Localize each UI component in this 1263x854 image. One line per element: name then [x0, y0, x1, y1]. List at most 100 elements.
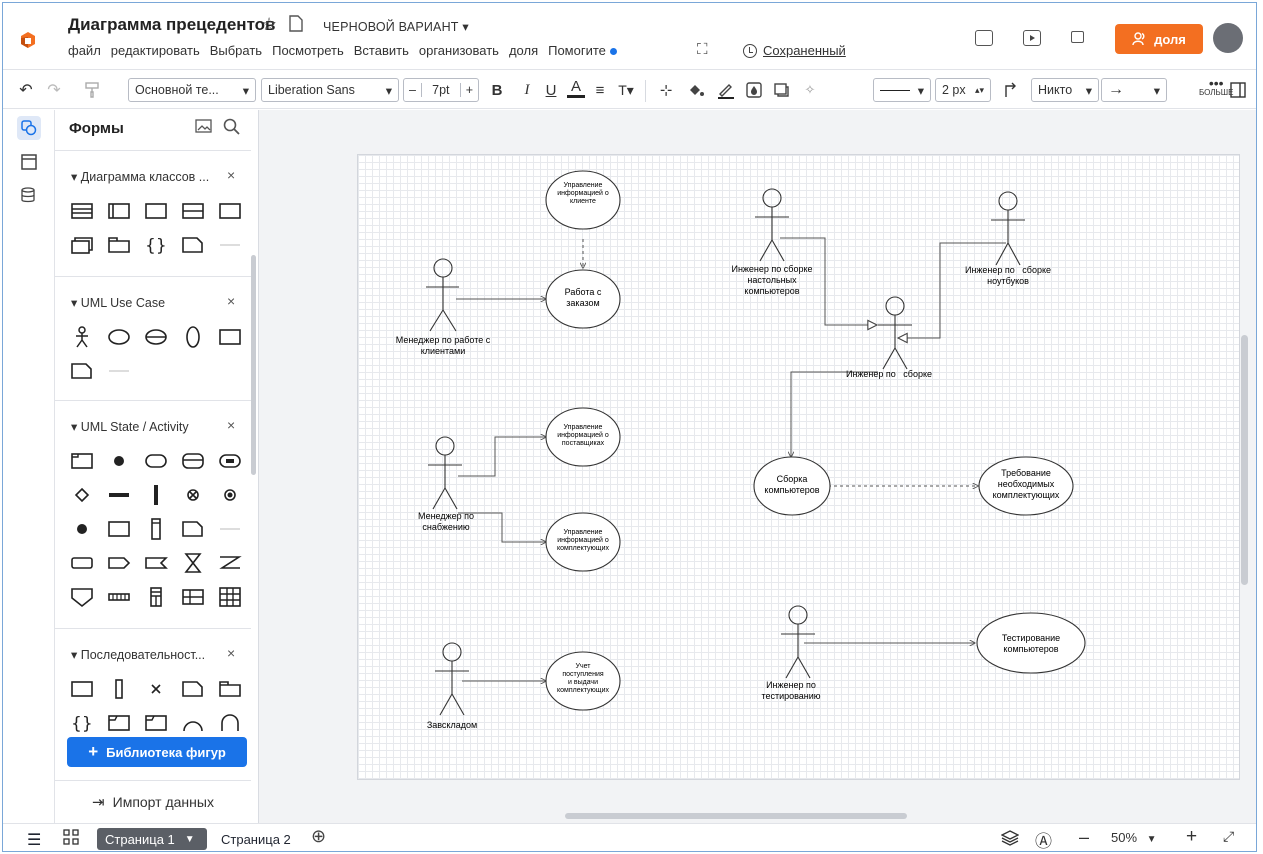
chevron-down-icon[interactable]: ▼ — [185, 834, 195, 845]
group-title[interactable]: ▾ Диаграмма классов ... — [71, 169, 209, 184]
font-size-value[interactable]: 7pt — [432, 83, 449, 97]
composite-state-icon[interactable] — [180, 449, 206, 473]
package-shape-icon[interactable] — [106, 233, 132, 257]
line-width-stepper[interactable]: 2 px ▴▾ — [935, 78, 991, 102]
draft-status-dropdown[interactable]: ЧЕРНОВОЙ ВАРИАНТ ▾ — [323, 19, 469, 34]
fork-horizontal-icon[interactable] — [106, 483, 132, 507]
rounded-rect-shape-icon[interactable] — [143, 449, 169, 473]
usecase-testing[interactable] — [976, 612, 1086, 674]
format-painter-icon[interactable] — [81, 78, 103, 102]
text-options-icon[interactable]: T▾ — [615, 78, 637, 102]
increase-font-button[interactable]: + — [459, 83, 478, 97]
grid-table-icon[interactable] — [180, 585, 206, 609]
templates-tab-icon[interactable] — [17, 150, 41, 174]
decision-shape-icon[interactable] — [69, 483, 95, 507]
flow-final-icon[interactable] — [180, 483, 206, 507]
page-tab-1[interactable]: Страница 1 ▼ — [97, 828, 207, 850]
effects-icon[interactable]: ✧ — [799, 78, 821, 102]
interface-shape-icon[interactable] — [106, 199, 132, 223]
bold-icon[interactable]: B — [488, 78, 506, 102]
diagram-page[interactable]: Управление информацией о клиенте Управле… — [357, 154, 1240, 780]
close-icon[interactable]: × — [227, 645, 235, 661]
arrow-start-select[interactable]: Никто ▾ — [1031, 78, 1099, 102]
decrease-font-button[interactable]: – — [404, 83, 422, 97]
lifeline-box-icon[interactable] — [69, 677, 95, 701]
menu-select[interactable]: Выбрать — [210, 43, 262, 61]
close-icon[interactable]: × — [227, 417, 235, 433]
app-logo-icon[interactable] — [17, 29, 39, 51]
text-style-select[interactable]: Основной те... ▾ — [128, 78, 256, 102]
hourglass-icon[interactable] — [180, 551, 206, 575]
group-title[interactable]: ▾ UML Use Case — [71, 295, 165, 310]
action-shape-icon[interactable] — [69, 551, 95, 575]
panel-toggle-icon[interactable] — [1229, 78, 1247, 102]
pin-shape-icon[interactable] — [69, 585, 95, 609]
actor-shape-icon[interactable] — [69, 325, 95, 349]
zoom-select[interactable]: 50% ▼ — [1111, 830, 1157, 845]
document-icon[interactable] — [289, 15, 303, 32]
group-title[interactable]: ▾ Последовательност... — [71, 647, 205, 662]
send-signal-icon[interactable] — [106, 551, 132, 575]
align-icon[interactable]: ≡ — [591, 78, 609, 102]
note-shape-icon[interactable] — [69, 359, 95, 383]
fragment-shape-icon[interactable] — [143, 711, 169, 735]
shape-library-button[interactable]: + Библиотека фигур — [67, 737, 247, 767]
find-icon[interactable]: ⛶ — [697, 41, 708, 58]
note-shape-icon[interactable] — [180, 677, 206, 701]
rectangle-shape-icon[interactable] — [143, 199, 169, 223]
search-icon[interactable] — [223, 118, 241, 136]
vertical-ellipse-shape-icon[interactable] — [180, 325, 206, 349]
menu-arrange[interactable]: организовать — [419, 43, 499, 61]
line-shape-icon[interactable] — [217, 233, 243, 257]
arrow-end-select[interactable]: → ▾ — [1101, 78, 1167, 102]
use-case-diagram[interactable]: Управление информацией о клиенте Управле… — [358, 155, 1241, 781]
swimlane-shape-icon[interactable] — [143, 517, 169, 541]
note-shape-icon[interactable] — [180, 233, 206, 257]
destroy-icon[interactable] — [143, 677, 169, 701]
state-shape-icon[interactable] — [69, 449, 95, 473]
menu-help[interactable]: Помогите — [548, 43, 617, 61]
connector-style-icon[interactable] — [999, 78, 1021, 102]
data-linking-icon[interactable] — [17, 184, 41, 208]
table-shape-icon[interactable] — [217, 585, 243, 609]
layers-icon[interactable] — [1000, 830, 1020, 851]
actor-warehouse[interactable] — [435, 642, 469, 716]
note-shape-icon[interactable] — [180, 517, 206, 541]
opacity-icon[interactable] — [743, 78, 765, 102]
vertical-list-icon[interactable] — [143, 585, 169, 609]
actor-manager-clients[interactable] — [426, 258, 459, 332]
italic-icon[interactable]: I — [518, 78, 536, 102]
actor-laptop-engineer[interactable] — [991, 191, 1025, 266]
frame-shape-icon[interactable] — [106, 711, 132, 735]
close-icon[interactable]: × — [227, 167, 235, 183]
add-page-icon[interactable]: ⊕ — [311, 826, 326, 847]
menu-insert[interactable]: Вставить — [354, 43, 409, 61]
self-message-icon[interactable] — [217, 711, 243, 735]
receive-signal-icon[interactable] — [143, 551, 169, 575]
interrupt-edge-icon[interactable] — [217, 551, 243, 575]
text-color-icon[interactable]: A — [567, 78, 585, 98]
line-color-icon[interactable] — [715, 78, 737, 102]
redo-icon[interactable]: ↷ — [43, 78, 65, 102]
menu-edit[interactable]: редактировать — [111, 43, 200, 61]
menu-file[interactable]: файл — [68, 43, 101, 61]
grid-view-icon[interactable] — [63, 829, 79, 850]
use-case-shape-icon[interactable] — [106, 325, 132, 349]
document-title[interactable]: Диаграмма прецедентов — [68, 15, 276, 35]
shapes-tab-icon[interactable] — [17, 116, 41, 140]
generalization-connector[interactable] — [898, 242, 1006, 338]
save-status[interactable]: Сохраненный — [743, 43, 846, 58]
canvas-horizontal-scrollbar[interactable] — [565, 813, 907, 819]
final-node-icon[interactable] — [69, 517, 95, 541]
braces-shape-icon[interactable]: {} — [143, 233, 169, 257]
menu-share[interactable]: доля — [509, 43, 538, 61]
font-family-select[interactable]: Liberation Sans ▾ — [261, 78, 399, 102]
panel-scrollbar[interactable] — [251, 255, 256, 475]
menu-view[interactable]: Посмотреть — [272, 43, 344, 61]
avatar[interactable] — [1213, 23, 1243, 53]
line-style-select[interactable]: ▾ — [873, 78, 931, 102]
close-icon[interactable]: × — [227, 293, 235, 309]
use-case-extension-shape-icon[interactable] — [143, 325, 169, 349]
sub-state-icon[interactable] — [217, 449, 243, 473]
arc-shape-icon[interactable] — [180, 711, 206, 735]
